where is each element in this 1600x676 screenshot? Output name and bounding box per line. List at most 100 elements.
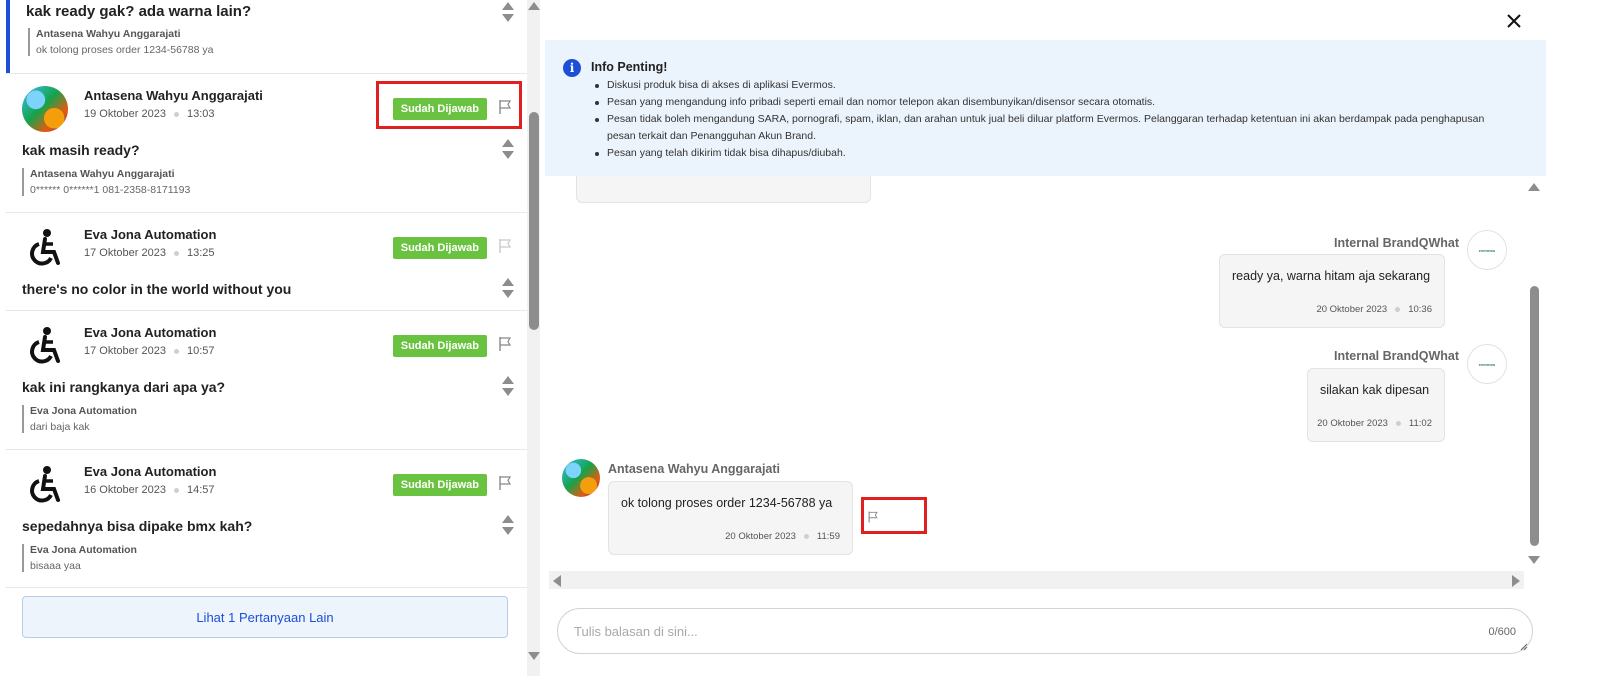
message-date: 20 Oktober 2023 — [1316, 304, 1388, 315]
question-text: sepedahnya bisa dipake bmx kah? — [22, 518, 253, 534]
question-card[interactable]: Eva Jona Automation 17 Oktober 2023 13:25… — [6, 213, 534, 311]
brand-avatar: evermos — [1467, 344, 1507, 384]
question-date: 17 Oktober 2023 — [84, 345, 166, 357]
message-sender: Internal BrandQWhat — [1333, 349, 1459, 363]
message-text: ready ya, warna hitam aja sekarang — [1232, 269, 1431, 283]
sort-icon[interactable] — [500, 137, 516, 161]
scroll-up-arrow[interactable] — [1528, 183, 1540, 191]
message-timestamp: 20 Oktober 2023 11:02 — [1317, 418, 1432, 429]
question-text: kak ini rangkanya dari apa ya? — [22, 379, 226, 395]
asker-name: Eva Jona Automation — [84, 464, 217, 479]
flag-icon — [499, 100, 512, 114]
char-counter: 0/600 — [1488, 626, 1516, 638]
page-margin — [1546, 0, 1600, 676]
brand-logo-text: evermos — [1478, 361, 1496, 367]
message-date: 20 Oktober 2023 — [1317, 418, 1388, 429]
info-item: Pesan yang telah dikirim tidak bisa diha… — [591, 145, 1491, 162]
question-text: there's no color in the world without yo… — [22, 281, 292, 297]
report-flag-button[interactable] — [496, 335, 514, 353]
answer-text: bisaaa yaa — [30, 560, 81, 572]
answer-author: Eva Jona Automation — [30, 544, 137, 556]
discussion-page: kak ready gak? ada warna lain? Antasena … — [0, 0, 1600, 676]
answer-quote: Eva Jona Automation bisaaa yaa — [22, 544, 137, 572]
scroll-right-arrow[interactable] — [1512, 575, 1520, 587]
message-bubble: ready ya, warna hitam aja sekarang 20 Ok… — [1219, 254, 1445, 328]
chat-horizontal-scrollbar[interactable] — [549, 571, 1524, 589]
chat-scrollbar[interactable] — [1527, 176, 1541, 570]
report-flag-button[interactable] — [866, 510, 880, 524]
question-time: 14:57 — [186, 484, 215, 496]
scrollbar-thumb[interactable] — [1530, 286, 1539, 546]
question-timestamp: 17 Oktober 2023 10:57 — [84, 345, 214, 357]
question-date: 19 Oktober 2023 — [84, 108, 166, 120]
question-card[interactable]: Eva Jona Automation 17 Oktober 2023 10:57… — [6, 311, 534, 450]
answer-author: Antasena Wahyu Anggarajati — [36, 28, 181, 40]
report-flag-button[interactable] — [496, 98, 514, 116]
question-card[interactable]: Eva Jona Automation 16 Oktober 2023 14:57… — [6, 450, 534, 588]
report-flag-button[interactable] — [496, 474, 514, 492]
info-list: Diskusi produk bisa di akses di aplikasi… — [591, 77, 1491, 162]
question-time: 13:25 — [186, 247, 215, 259]
brand-avatar: evermos — [1467, 230, 1507, 270]
scrollbar-thumb[interactable] — [529, 112, 539, 330]
avatar — [22, 225, 68, 271]
asker-name: Eva Jona Automation — [84, 227, 217, 242]
question-list: kak ready gak? ada warna lain? Antasena … — [6, 0, 534, 676]
resize-grip-icon[interactable] — [1518, 641, 1528, 651]
discussion-detail-panel: i Info Penting! Diskusi produk bisa di a… — [545, 0, 1546, 676]
report-flag-button[interactable] — [496, 237, 514, 255]
info-item: Diskusi produk bisa di akses di aplikasi… — [591, 77, 1491, 94]
answer-author: Eva Jona Automation — [30, 405, 137, 417]
message-time: 10:36 — [1408, 304, 1432, 315]
avatar — [22, 323, 68, 369]
sort-icon[interactable] — [500, 276, 516, 300]
message-time: 11:02 — [1408, 418, 1432, 429]
status-badge: Sudah Dijawab — [392, 237, 487, 259]
message-bubble: ok tolong proses order 1234-56788 ya 20 … — [608, 481, 853, 555]
info-title: Info Penting! — [591, 60, 668, 74]
question-timestamp: 16 Oktober 2023 14:57 — [84, 484, 214, 496]
question-card[interactable]: kak ready gak? ada warna lain? Antasena … — [6, 0, 534, 74]
message-sender: Internal BrandQWhat — [1333, 236, 1459, 250]
flag-icon — [499, 337, 512, 351]
flag-icon — [499, 476, 512, 490]
reply-placeholder: Tulis balasan di sini... — [574, 624, 698, 639]
answer-quote: Antasena Wahyu Anggarajati 0****** 0****… — [22, 168, 190, 196]
question-text: kak ready gak? ada warna lain? — [26, 3, 252, 20]
sort-icon[interactable] — [500, 0, 516, 24]
answer-quote: Antasena Wahyu Anggarajati ok tolong pro… — [28, 28, 213, 56]
info-item: Pesan tidak boleh mengandung SARA, porno… — [591, 111, 1491, 145]
status-badge: Sudah Dijawab — [392, 98, 487, 120]
info-icon: i — [563, 59, 581, 77]
scroll-up-arrow[interactable] — [528, 2, 540, 10]
message-text: ok tolong proses order 1234-56788 ya — [621, 496, 833, 510]
scroll-down-arrow[interactable] — [1528, 556, 1540, 564]
question-time: 13:03 — [186, 108, 215, 120]
message-timestamp: 20 Oktober 2023 10:36 — [1316, 304, 1432, 315]
reply-input[interactable]: Tulis balasan di sini... 0/600 — [557, 608, 1533, 654]
message-sender: Antasena Wahyu Anggarajati — [608, 462, 781, 476]
sort-icon[interactable] — [500, 374, 516, 398]
info-banner: i Info Penting! Diskusi produk bisa di a… — [545, 40, 1546, 176]
message-date: 20 Oktober 2023 — [725, 531, 796, 542]
question-card[interactable]: Antasena Wahyu Anggarajati 19 Oktober 20… — [6, 74, 534, 213]
status-badge: Sudah Dijawab — [392, 335, 487, 357]
avatar — [22, 462, 68, 508]
question-timestamp: 17 Oktober 2023 13:25 — [84, 247, 214, 259]
close-icon[interactable] — [1503, 10, 1525, 32]
scroll-down-arrow[interactable] — [528, 652, 540, 660]
message-bubble: silakan kak dipesan 20 Oktober 2023 11:02 — [1307, 368, 1445, 442]
info-item: Pesan yang mengandung info pribadi seper… — [591, 94, 1491, 111]
show-more-questions-button[interactable]: Lihat 1 Pertanyaan Lain — [22, 596, 508, 638]
sort-icon[interactable] — [500, 513, 516, 537]
flag-icon — [868, 511, 878, 523]
answer-author: Antasena Wahyu Anggarajati — [30, 168, 175, 180]
wheelchair-icon — [30, 327, 60, 364]
status-badge: Sudah Dijawab — [392, 474, 487, 496]
question-list-panel: kak ready gak? ada warna lain? Antasena … — [0, 0, 540, 676]
avatar — [562, 459, 600, 497]
question-list-scrollbar[interactable] — [527, 0, 540, 676]
scroll-left-arrow[interactable] — [553, 575, 561, 587]
wheelchair-icon — [30, 466, 60, 503]
question-time: 10:57 — [186, 345, 215, 357]
